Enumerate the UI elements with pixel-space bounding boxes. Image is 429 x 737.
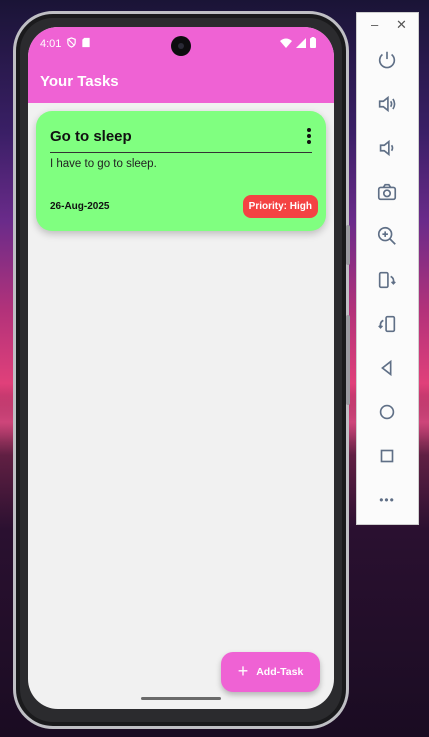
gesture-navigation-bar[interactable] — [141, 697, 221, 700]
task-date: 26-Aug-2025 — [50, 201, 110, 212]
shield-icon — [67, 37, 76, 48]
overview-square-icon — [380, 449, 394, 463]
sd-card-icon — [82, 37, 90, 48]
minimize-button[interactable]: – — [371, 17, 378, 32]
back-button[interactable] — [374, 355, 400, 381]
screenshot-button[interactable] — [374, 179, 400, 205]
home-circle-icon — [379, 404, 395, 420]
status-bar: 4:01 — [28, 27, 334, 63]
plus-icon: + — [237, 661, 249, 681]
emulator-toolbar: – ✕ ••• — [356, 12, 419, 525]
task-title: Go to sleep — [50, 128, 132, 145]
volume-down-button[interactable] — [374, 135, 400, 161]
power-button[interactable] — [374, 47, 400, 73]
phone-power-button — [346, 225, 350, 265]
rotate-right-icon — [378, 315, 396, 333]
wifi-icon — [280, 38, 292, 48]
front-camera — [171, 36, 191, 56]
app-bar: Your Tasks — [28, 63, 334, 103]
priority-badge: Priority: High — [242, 195, 318, 218]
status-time: 4:01 — [40, 38, 62, 50]
rotate-left-icon — [378, 271, 396, 289]
task-description: I have to go to sleep. — [50, 158, 157, 170]
add-task-button[interactable]: + Add-Task — [221, 652, 320, 692]
overview-button[interactable] — [374, 443, 400, 469]
task-divider — [50, 152, 312, 153]
phone-screen: 4:01 Your Tasks Go to sleep I have to go… — [28, 27, 334, 709]
rotate-left-button[interactable] — [374, 267, 400, 293]
zoom-in-icon — [377, 226, 396, 245]
emulator-window-controls: – ✕ — [357, 17, 420, 37]
zoom-button[interactable] — [374, 223, 400, 249]
battery-icon — [310, 37, 316, 48]
page-title: Your Tasks — [40, 73, 119, 90]
power-icon — [378, 51, 396, 69]
camera-icon — [377, 183, 397, 201]
task-card[interactable]: Go to sleep I have to go to sleep. 26-Au… — [36, 111, 326, 231]
status-right-icons — [280, 37, 316, 48]
home-button[interactable] — [374, 399, 400, 425]
add-task-label: Add-Task — [256, 666, 304, 678]
back-triangle-icon — [381, 359, 392, 377]
volume-up-icon — [378, 95, 396, 113]
status-left-icons — [66, 37, 91, 48]
more-vert-icon[interactable] — [302, 126, 316, 146]
signal-icon — [296, 37, 306, 48]
close-button[interactable]: ✕ — [396, 17, 407, 33]
more-options-button[interactable]: ••• — [374, 487, 400, 513]
volume-up-button[interactable] — [374, 91, 400, 117]
phone-volume-button — [346, 315, 350, 405]
volume-down-icon — [379, 139, 394, 157]
rotate-right-button[interactable] — [374, 311, 400, 337]
